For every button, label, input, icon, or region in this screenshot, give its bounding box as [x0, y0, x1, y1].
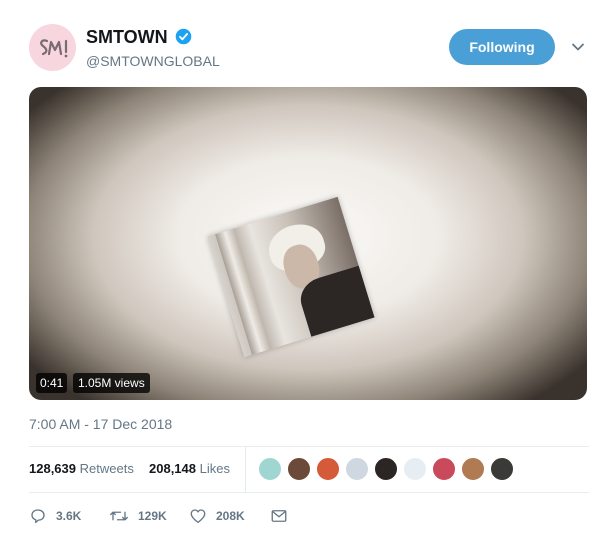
- stats-separator: [245, 447, 246, 492]
- like-button[interactable]: 208K: [189, 507, 245, 525]
- liker-avatar[interactable]: [461, 457, 485, 481]
- liker-avatar[interactable]: [374, 457, 398, 481]
- video-frame-photo: [207, 196, 375, 358]
- retweets-count: 128,639: [29, 461, 76, 476]
- following-button[interactable]: Following: [449, 29, 555, 65]
- video-player[interactable]: [29, 87, 587, 400]
- reply-icon: [31, 509, 45, 524]
- direct-message-button[interactable]: [270, 507, 297, 525]
- liker-avatars: [258, 457, 519, 481]
- verified-badge-icon: [175, 28, 192, 45]
- account-avatar[interactable]: [29, 24, 76, 71]
- tweet-stats: 128,639 Retweets 208,148 Likes: [29, 447, 589, 492]
- retweet-button[interactable]: 129K: [109, 507, 167, 525]
- retweet-icon: [110, 511, 128, 521]
- liker-avatar[interactable]: [490, 457, 514, 481]
- heart-icon: [190, 509, 206, 524]
- video-duration-badge: 0:41: [36, 373, 68, 393]
- tweet-timestamp[interactable]: 7:00 AM - 17 Dec 2018: [29, 416, 172, 432]
- liker-avatar[interactable]: [403, 457, 427, 481]
- liker-avatar[interactable]: [287, 457, 311, 481]
- liker-avatar[interactable]: [345, 457, 369, 481]
- retweets-stat[interactable]: 128,639 Retweets: [29, 461, 134, 476]
- liker-avatar[interactable]: [432, 457, 456, 481]
- reply-count: 3.6K: [56, 509, 82, 523]
- reply-button[interactable]: 3.6K: [29, 507, 81, 525]
- display-name[interactable]: SMTOWN: [86, 27, 168, 48]
- likes-count: 208,148: [149, 461, 196, 476]
- envelope-icon: [271, 510, 287, 522]
- divider: [29, 492, 589, 493]
- liker-avatar[interactable]: [316, 457, 340, 481]
- liker-avatar[interactable]: [258, 457, 282, 481]
- account-handle[interactable]: @SMTOWNGLOBAL: [86, 53, 220, 69]
- retweet-count: 129K: [138, 509, 167, 523]
- like-count: 208K: [216, 509, 245, 523]
- tweet-header: SMTOWN @SMTOWNGLOBAL Following: [29, 24, 599, 74]
- tweet-actions: 3.6K 129K 208K: [29, 504, 329, 530]
- chevron-down-icon[interactable]: [571, 40, 585, 54]
- likes-label: Likes: [199, 461, 230, 476]
- retweets-label: Retweets: [79, 461, 134, 476]
- likes-stat[interactable]: 208,148 Likes: [149, 461, 230, 476]
- smtown-logo-icon: [39, 38, 67, 57]
- video-views-badge: 1.05M views: [73, 373, 150, 393]
